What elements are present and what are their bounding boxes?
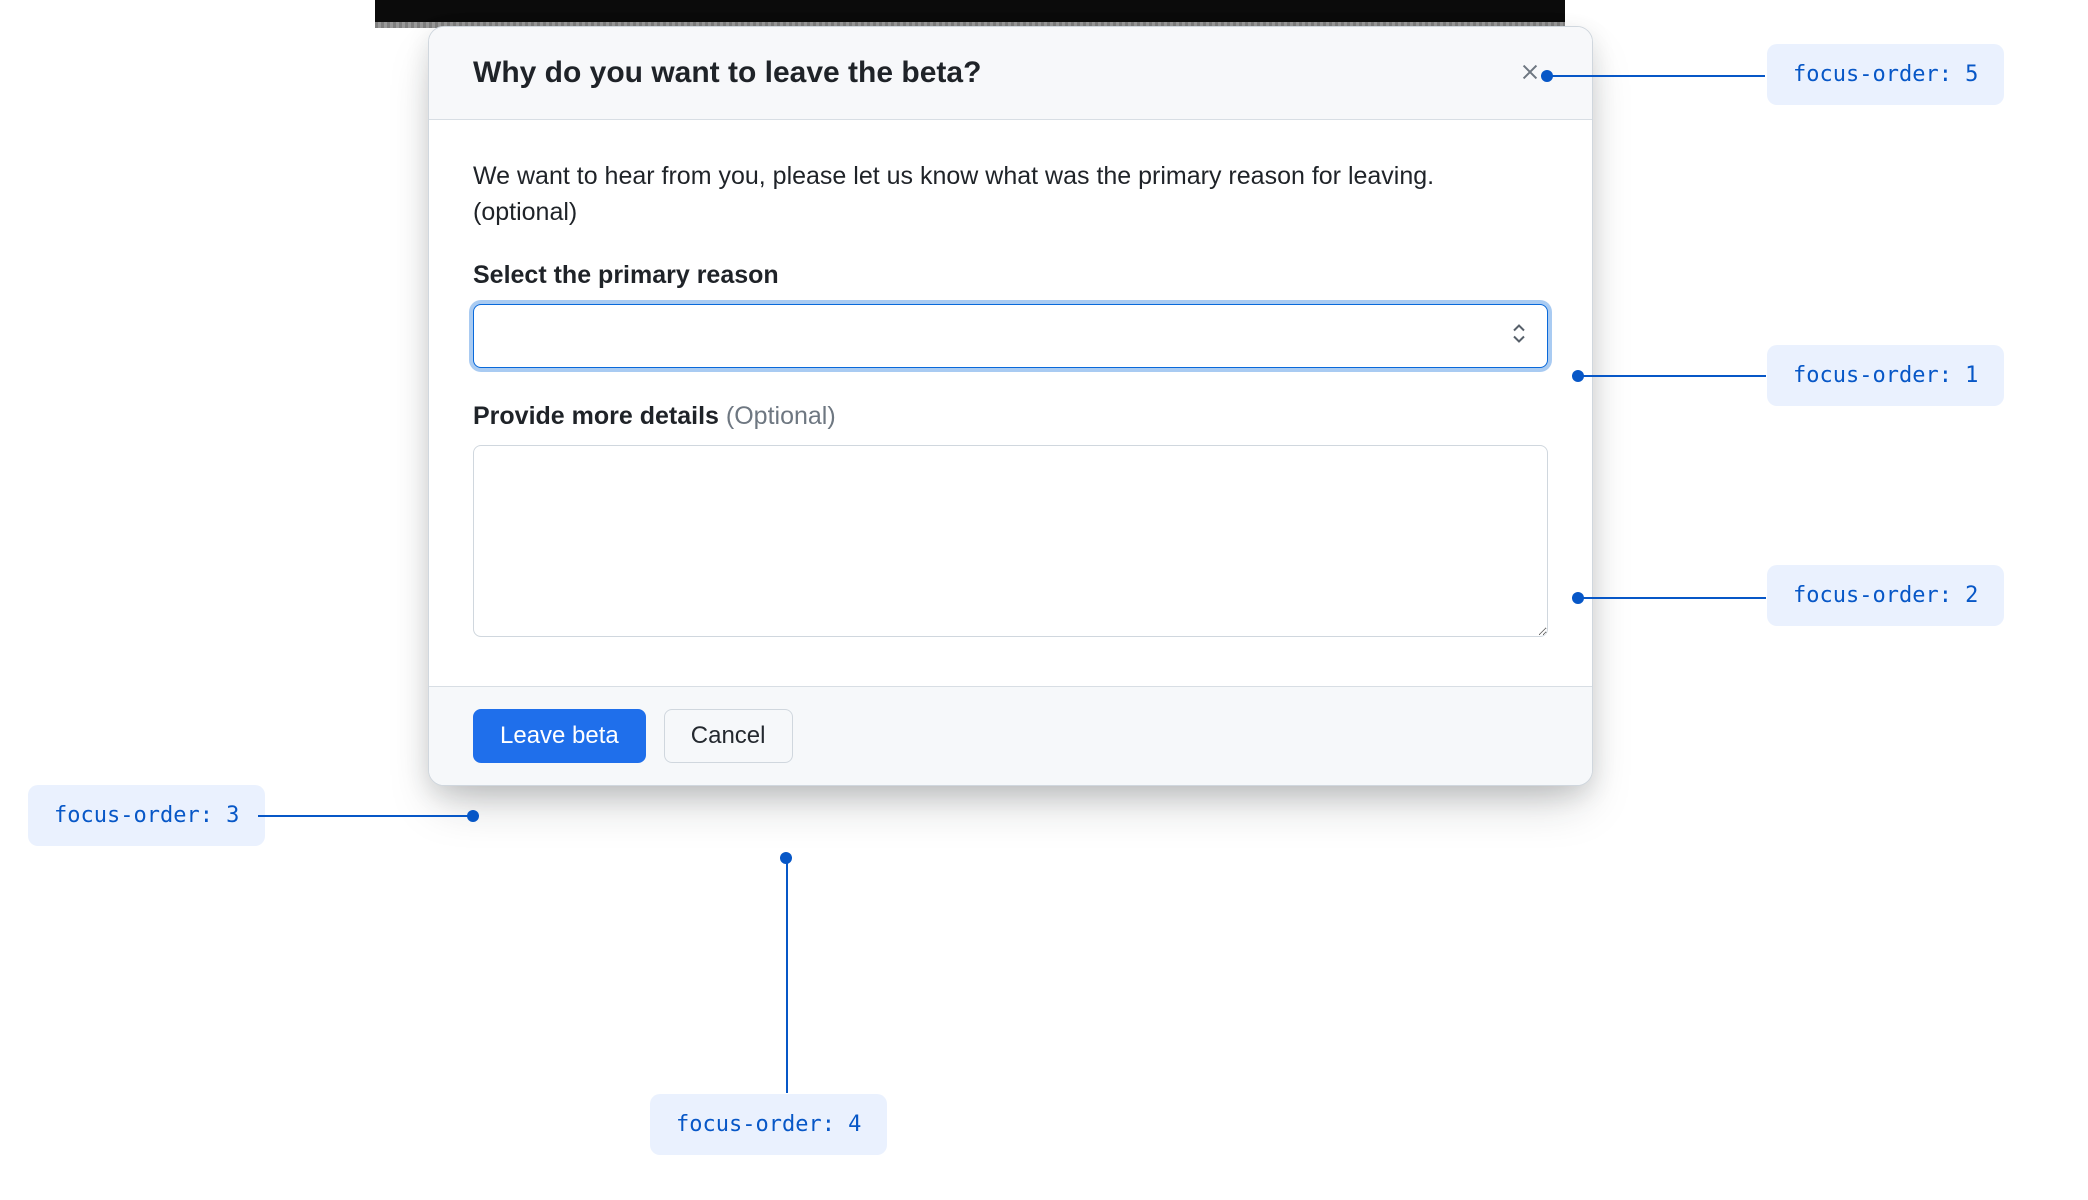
- annotation-dot: [1541, 70, 1553, 82]
- dialog-title: Why do you want to leave the beta?: [473, 56, 981, 90]
- annotation-dot: [467, 810, 479, 822]
- select-label: Select the primary reason: [473, 261, 1548, 290]
- leave-beta-dialog: Why do you want to leave the beta? We wa…: [428, 26, 1593, 786]
- dialog-body: We want to hear from you, please let us …: [429, 120, 1592, 686]
- dialog-intro-text: We want to hear from you, please let us …: [473, 158, 1493, 231]
- details-label-text: Provide more details: [473, 402, 719, 430]
- annotation-leader: [258, 815, 473, 817]
- annotation-leader: [1547, 75, 1765, 77]
- page-top-bar: [375, 0, 1565, 22]
- annotation-focus-order-4: focus-order: 4: [650, 1094, 887, 1155]
- annotation-leader: [1578, 375, 1766, 377]
- leave-beta-button[interactable]: Leave beta: [473, 709, 646, 763]
- details-optional-text: (Optional): [726, 402, 836, 430]
- dialog-header: Why do you want to leave the beta?: [429, 27, 1592, 120]
- annotation-dot: [1572, 370, 1584, 382]
- annotation-dot: [780, 852, 792, 864]
- annotation-focus-order-3: focus-order: 3: [28, 785, 265, 846]
- annotation-dot: [1572, 592, 1584, 604]
- details-label: Provide more details (Optional): [473, 402, 1548, 431]
- annotation-leader: [1578, 597, 1766, 599]
- dialog-footer: Leave beta Cancel: [429, 686, 1592, 785]
- annotation-focus-order-2: focus-order: 2: [1767, 565, 2004, 626]
- close-icon: [1519, 61, 1541, 86]
- cancel-button[interactable]: Cancel: [664, 709, 793, 763]
- annotation-focus-order-5: focus-order: 5: [1767, 44, 2004, 105]
- details-textarea[interactable]: [473, 445, 1548, 637]
- annotation-focus-order-1: focus-order: 1: [1767, 345, 2004, 406]
- annotation-leader: [786, 858, 788, 1093]
- primary-reason-select[interactable]: [473, 304, 1548, 368]
- primary-reason-select-wrap: [473, 304, 1548, 368]
